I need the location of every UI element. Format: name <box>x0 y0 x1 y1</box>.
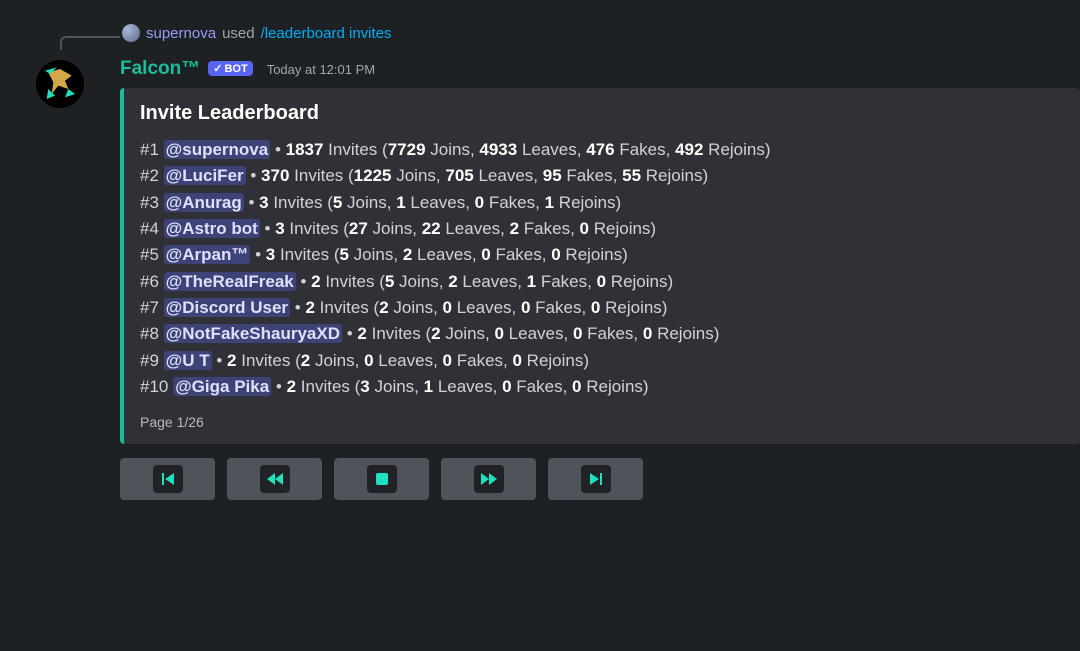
leaderboard-row: #6 @TheRealFreak • 2 Invites (5 Joins, 2… <box>140 269 1062 295</box>
rank: #1 <box>140 140 159 159</box>
rank: #3 <box>140 193 159 212</box>
last-page-button[interactable] <box>548 458 643 500</box>
leaderboard-row: #10 @Giga Pika • 2 Invites (3 Joins, 1 L… <box>140 374 1062 400</box>
leaderboard-row: #2 @LuciFer • 370 Invites (1225 Joins, 7… <box>140 163 1062 189</box>
leaderboard-body: #1 @supernova • 1837 Invites (7729 Joins… <box>140 137 1062 400</box>
user-mention[interactable]: @NotFakeShauryaXD <box>164 324 342 343</box>
message-timestamp: Today at 12:01 PM <box>267 62 375 77</box>
verified-check-icon: ✓ <box>213 62 222 75</box>
bot-username[interactable]: Falcon™ <box>120 58 200 80</box>
rewind-icon <box>266 472 284 486</box>
user-mention[interactable]: @TheRealFreak <box>164 272 296 291</box>
prev-page-button[interactable] <box>227 458 322 500</box>
message-header: Falcon™ ✓ BOT Today at 12:01 PM <box>120 58 1060 80</box>
command-reply-line: supernova used /leaderboard invites <box>122 24 392 42</box>
skip-forward-icon <box>588 472 604 486</box>
invoker-username[interactable]: supernova <box>146 25 216 42</box>
rank: #10 <box>140 377 168 396</box>
reply-verb: used <box>222 25 255 42</box>
leaderboard-row: #3 @Anurag • 3 Invites (5 Joins, 1 Leave… <box>140 190 1062 216</box>
user-mention[interactable]: @LuciFer <box>164 166 246 185</box>
discord-message: supernova used /leaderboard invites Falc… <box>0 0 1080 500</box>
embed-title: Invite Leaderboard <box>140 102 1062 125</box>
slash-command[interactable]: /leaderboard invites <box>261 25 392 42</box>
bot-tag-text: BOT <box>224 63 247 75</box>
pagination-buttons <box>120 458 1060 500</box>
first-page-button[interactable] <box>120 458 215 500</box>
next-page-button[interactable] <box>441 458 536 500</box>
rank: #8 <box>140 324 159 343</box>
stop-icon <box>375 472 389 486</box>
embed-footer: Page 1/26 <box>140 414 1062 430</box>
leaderboard-row: #4 @Astro bot • 3 Invites (27 Joins, 22 … <box>140 216 1062 242</box>
bot-tag: ✓ BOT <box>208 61 252 76</box>
rank: #2 <box>140 166 159 185</box>
user-mention[interactable]: @Arpan™ <box>164 245 251 264</box>
fast-forward-icon <box>480 472 498 486</box>
rank: #9 <box>140 351 159 370</box>
bot-avatar[interactable] <box>36 60 84 108</box>
user-mention[interactable]: @U T <box>164 351 212 370</box>
rank: #5 <box>140 245 159 264</box>
embed: Invite Leaderboard #1 @supernova • 1837 … <box>120 88 1080 444</box>
user-mention[interactable]: @supernova <box>164 140 271 159</box>
user-mention[interactable]: @Anurag <box>164 193 244 212</box>
invoker-avatar[interactable] <box>122 24 140 42</box>
user-mention[interactable]: @Astro bot <box>164 219 260 238</box>
falcon-avatar-icon <box>40 64 80 104</box>
rank: #4 <box>140 219 159 238</box>
rank: #6 <box>140 272 159 291</box>
rank: #7 <box>140 298 159 317</box>
leaderboard-row: #7 @Discord User • 2 Invites (2 Joins, 0… <box>140 295 1062 321</box>
reply-spine <box>60 36 120 50</box>
leaderboard-row: #5 @Arpan™ • 3 Invites (5 Joins, 2 Leave… <box>140 242 1062 268</box>
leaderboard-row: #1 @supernova • 1837 Invites (7729 Joins… <box>140 137 1062 163</box>
stop-button[interactable] <box>334 458 429 500</box>
user-mention[interactable]: @Giga Pika <box>173 377 271 396</box>
user-mention[interactable]: @Discord User <box>164 298 290 317</box>
leaderboard-row: #8 @NotFakeShauryaXD • 2 Invites (2 Join… <box>140 321 1062 347</box>
skip-back-icon <box>160 472 176 486</box>
leaderboard-row: #9 @U T • 2 Invites (2 Joins, 0 Leaves, … <box>140 348 1062 374</box>
